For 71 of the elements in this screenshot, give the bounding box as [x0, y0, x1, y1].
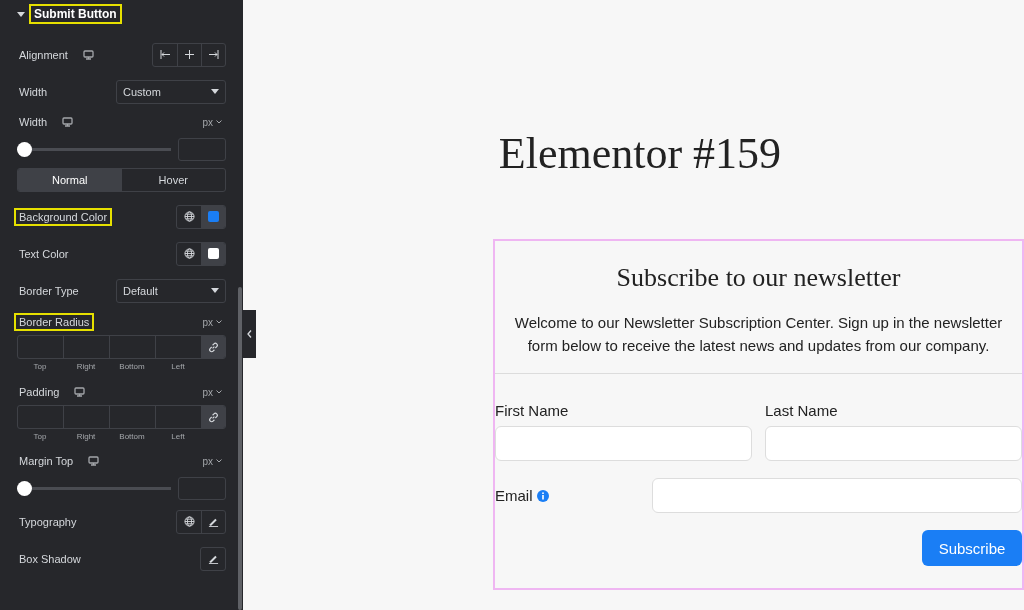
text-field[interactable] — [765, 426, 1022, 461]
text-field[interactable] — [495, 426, 752, 461]
link-icon — [208, 411, 219, 423]
desktop-icon[interactable] — [82, 49, 94, 60]
page-title: Elementor #159 — [498, 128, 782, 179]
unit-select[interactable]: px — [202, 116, 226, 128]
dimension-label: Left — [170, 431, 186, 443]
chevron-down-icon — [216, 320, 222, 324]
field-label: First Name — [495, 402, 569, 419]
link-icon — [208, 341, 219, 353]
chevron-down-icon — [216, 120, 222, 124]
control-label: Background Color — [14, 207, 113, 226]
dimension-label: Right — [75, 361, 97, 373]
control-label: Typography — [18, 514, 78, 530]
text-field[interactable] — [652, 478, 1022, 513]
pencil-icon — [207, 553, 219, 564]
unit-select[interactable]: px — [202, 455, 226, 467]
intro-text: Welcome to our Newsletter Subscription Center. Sign up in the newsletter form below to receive the latest news and updates from our company. — [513, 313, 1004, 356]
control-label: Text Color — [18, 246, 70, 262]
field-label: Last Name — [765, 402, 838, 419]
chevron-down-icon — [216, 459, 222, 463]
caret-icon — [211, 288, 219, 293]
slider-thumb[interactable] — [17, 480, 32, 496]
control-label: Border Type — [18, 283, 80, 299]
globe-icon — [183, 211, 195, 222]
number-field[interactable] — [178, 476, 226, 500]
field-label: Email — [495, 487, 549, 504]
caret-icon — [17, 11, 25, 17]
control-label: Width — [18, 84, 49, 100]
desktop-icon[interactable] — [74, 387, 86, 397]
color-picker-button[interactable] — [201, 205, 225, 228]
link-button[interactable] — [202, 406, 225, 428]
globe-icon — [183, 248, 195, 259]
state-tab[interactable]: Normal — [18, 169, 122, 191]
slider-thumb[interactable] — [17, 141, 32, 157]
state-tab[interactable]: Hover — [121, 169, 225, 191]
dimension-label: Bottom — [118, 361, 146, 373]
link-button[interactable] — [202, 336, 225, 358]
dimension-label: Top — [32, 431, 48, 443]
align-right-icon — [208, 50, 219, 59]
collapse-toggle[interactable] — [243, 310, 256, 358]
desktop-icon[interactable] — [88, 456, 100, 466]
pencil-icon — [208, 516, 219, 527]
dimension-label: Left — [170, 361, 186, 373]
dimension-label: Bottom — [118, 431, 146, 443]
control-label: Width — [18, 115, 49, 130]
section-title[interactable]: Submit Button — [29, 4, 122, 24]
dimension-label: Top — [32, 361, 48, 373]
globe-icon — [183, 516, 195, 527]
scrollbar[interactable] — [238, 287, 242, 610]
info-icon — [536, 489, 549, 502]
chevron-left-icon — [247, 330, 252, 338]
subscribe-button[interactable]: Subscribe — [922, 530, 1022, 566]
caret-icon — [211, 89, 219, 94]
control-label: Margin Top — [18, 454, 75, 469]
dimension-label: Right — [75, 431, 97, 443]
form-heading: Subscribe to our newsletter — [615, 263, 902, 293]
unit-select[interactable]: px — [202, 386, 226, 398]
control-label: Padding — [18, 385, 61, 400]
select-field[interactable]: Default — [116, 278, 226, 303]
color-picker-button[interactable] — [201, 242, 225, 265]
control-label: Border Radius — [14, 313, 95, 331]
align-center-icon — [184, 50, 195, 59]
control-label: Box Shadow — [18, 551, 82, 567]
unit-select[interactable]: px — [202, 316, 226, 328]
control-label: Alignment — [18, 47, 69, 63]
desktop-icon[interactable] — [62, 117, 74, 127]
align-left-icon — [159, 50, 171, 59]
number-field[interactable] — [178, 137, 226, 161]
chevron-down-icon — [216, 390, 222, 394]
select-field[interactable]: Custom — [116, 79, 226, 104]
